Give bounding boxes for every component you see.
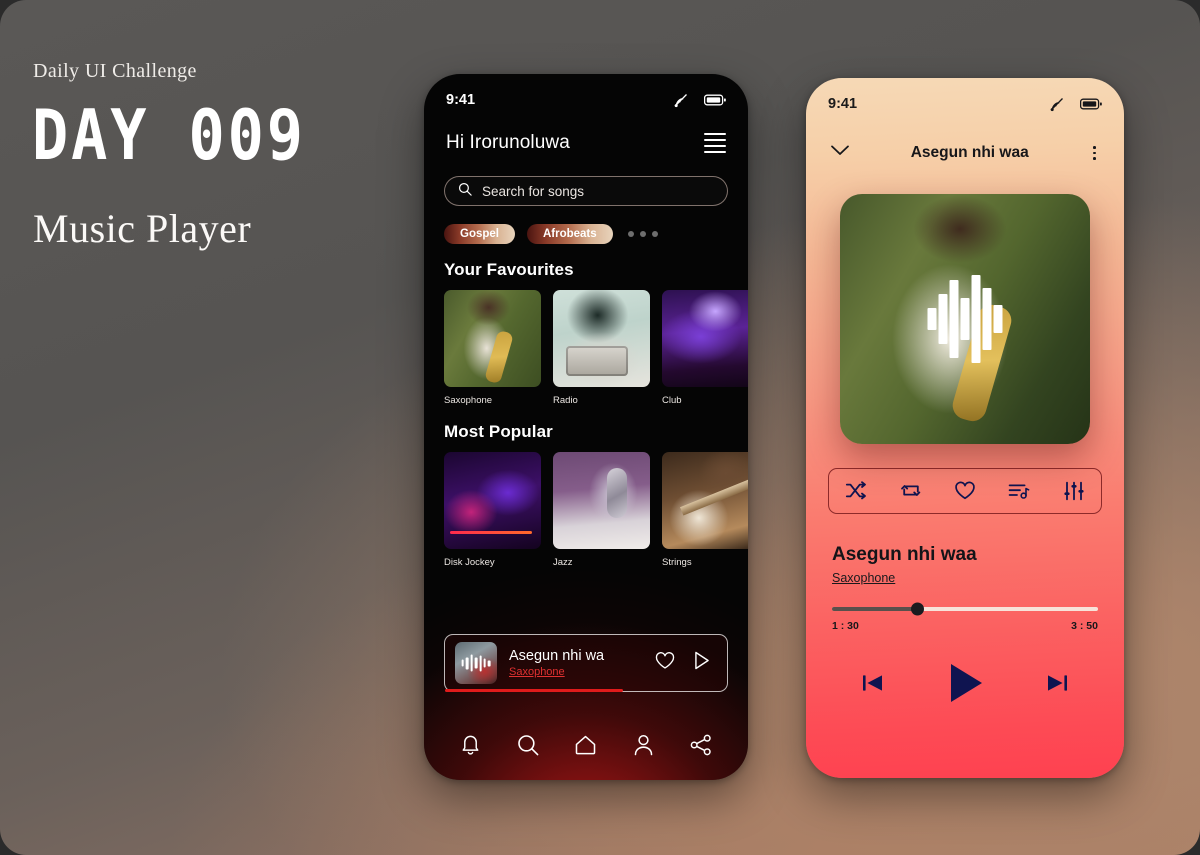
mini-player-title: Asegun nhi wa: [509, 648, 605, 664]
card-label: Disk Jockey: [444, 557, 495, 569]
status-time: 9:41: [446, 92, 476, 108]
search-section: Search for songs: [424, 156, 748, 207]
bell-icon[interactable]: [460, 733, 481, 756]
time-row: 1 : 30 3 : 50: [832, 620, 1098, 632]
card-artwork: [444, 452, 541, 550]
heart-icon[interactable]: [655, 651, 675, 675]
card-strings[interactable]: Strings: [662, 452, 748, 568]
card-artwork: [662, 452, 748, 550]
mini-player[interactable]: Asegun nhi wa Saxophone: [444, 634, 728, 692]
track-title: Asegun nhi waa: [832, 543, 977, 565]
chevron-down-icon[interactable]: [830, 144, 850, 162]
page-title: Music Player: [33, 206, 252, 251]
playback-controls: [806, 660, 1124, 706]
status-icon-group: [1049, 97, 1102, 112]
mini-player-artist: Saxophone: [509, 666, 565, 678]
home-icon[interactable]: [574, 734, 597, 756]
chip-gospel[interactable]: Gospel: [444, 224, 515, 245]
card-label: Saxophone: [444, 395, 493, 407]
status-bar-home: 9:41: [424, 74, 748, 108]
day-number: DAY 009: [32, 94, 306, 177]
search-icon[interactable]: [517, 734, 539, 756]
playlist-icon[interactable]: [1008, 481, 1030, 500]
search-icon: [458, 182, 472, 201]
track-info: Asegun nhi waa Saxophone: [806, 514, 1124, 585]
bottom-navigation: [424, 733, 748, 756]
skip-next-icon[interactable]: [1044, 670, 1070, 696]
card-club[interactable]: Club: [662, 290, 748, 406]
status-bar-player: 9:41: [806, 78, 1124, 112]
more-dots-icon[interactable]: [627, 231, 658, 238]
card-artwork: [662, 290, 748, 388]
album-artwork[interactable]: [840, 193, 1090, 444]
card-label: Radio: [553, 395, 578, 407]
card-artwork: [553, 452, 650, 550]
mini-player-text: Asegun nhi wa Saxophone: [497, 648, 655, 678]
player-topbar: Asegun nhi waa: [806, 112, 1124, 164]
section-title: Your Favourites: [444, 260, 574, 280]
battery-icon: [704, 94, 726, 106]
poster-text-block: Daily UI Challenge DAY 009 Music Player: [32, 60, 382, 252]
section-title: Most Popular: [444, 422, 553, 442]
battery-icon: [1080, 98, 1102, 110]
search-placeholder: Search for songs: [482, 183, 585, 199]
equalizer-icon[interactable]: [1063, 481, 1085, 501]
poster-canvas: Daily UI Challenge DAY 009 Music Player …: [0, 0, 1200, 855]
genre-chip-row: Gospel Afrobeats: [424, 206, 748, 245]
card-row-favourites[interactable]: Saxophone Radio Club: [444, 290, 748, 406]
track-artist[interactable]: Saxophone: [832, 571, 1098, 585]
progress-slider[interactable]: [832, 602, 1098, 616]
waveform-icon: [927, 274, 1003, 363]
mini-player-container: Asegun nhi wa Saxophone: [444, 634, 728, 692]
progress-thumb[interactable]: [910, 602, 924, 616]
person-icon[interactable]: [633, 734, 654, 756]
phone-home-screen: 9:41 Hi Irorunoluwa Search for songs Gos…: [424, 74, 748, 780]
search-input[interactable]: Search for songs: [444, 176, 728, 207]
play-icon[interactable]: [693, 651, 711, 675]
play-icon[interactable]: [942, 660, 988, 706]
chip-afrobeats[interactable]: Afrobeats: [526, 224, 613, 245]
progress-fill: [832, 606, 918, 611]
card-label: Jazz: [553, 557, 573, 569]
challenge-label: Daily UI Challenge: [33, 60, 197, 82]
mini-player-thumbnail: [455, 642, 497, 684]
mini-player-progress-bar[interactable]: [445, 689, 623, 692]
wifi-signal-icon: [673, 93, 690, 108]
progress-section: 1 : 30 3 : 50: [806, 602, 1124, 632]
player-control-strip: [828, 467, 1102, 514]
card-saxophone[interactable]: Saxophone: [444, 290, 541, 406]
phone-player-screen: 9:41 Asegun nhi waa Asegun nhi waa Saxop…: [806, 78, 1124, 778]
repeat-icon[interactable]: [900, 481, 922, 500]
card-jazz[interactable]: Jazz: [553, 452, 650, 568]
skip-previous-icon[interactable]: [860, 670, 886, 696]
hamburger-menu-icon[interactable]: [704, 130, 726, 156]
album-art-container: [806, 193, 1124, 444]
card-disk-jockey[interactable]: Disk Jockey: [444, 452, 541, 568]
status-icon-group: [673, 93, 726, 108]
heart-icon[interactable]: [954, 481, 976, 500]
card-label: Strings: [662, 557, 692, 569]
current-time: 1 : 30: [832, 619, 859, 632]
wifi-signal-icon: [1049, 97, 1066, 112]
section-most-popular: Most Popular Disk Jockey Jazz Strings: [424, 422, 748, 568]
share-icon[interactable]: [690, 734, 712, 756]
card-artwork: [553, 290, 650, 388]
shuffle-icon[interactable]: [845, 481, 867, 500]
waveform-icon: [461, 654, 491, 672]
section-favourites: Your Favourites Saxophone Radio Club: [424, 260, 748, 406]
greeting-row: Hi Irorunoluwa: [424, 108, 748, 156]
card-row-popular[interactable]: Disk Jockey Jazz Strings: [444, 452, 748, 568]
card-artwork: [444, 290, 541, 388]
player-screen-title: Asegun nhi waa: [910, 143, 1029, 161]
card-label: Club: [662, 395, 682, 407]
card-radio[interactable]: Radio: [553, 290, 650, 406]
mini-player-actions: [655, 651, 717, 675]
greeting-text: Hi Irorunoluwa: [446, 132, 570, 154]
status-time: 9:41: [828, 96, 858, 112]
kebab-menu-icon[interactable]: [1089, 142, 1100, 164]
total-time: 3 : 50: [1071, 619, 1098, 632]
